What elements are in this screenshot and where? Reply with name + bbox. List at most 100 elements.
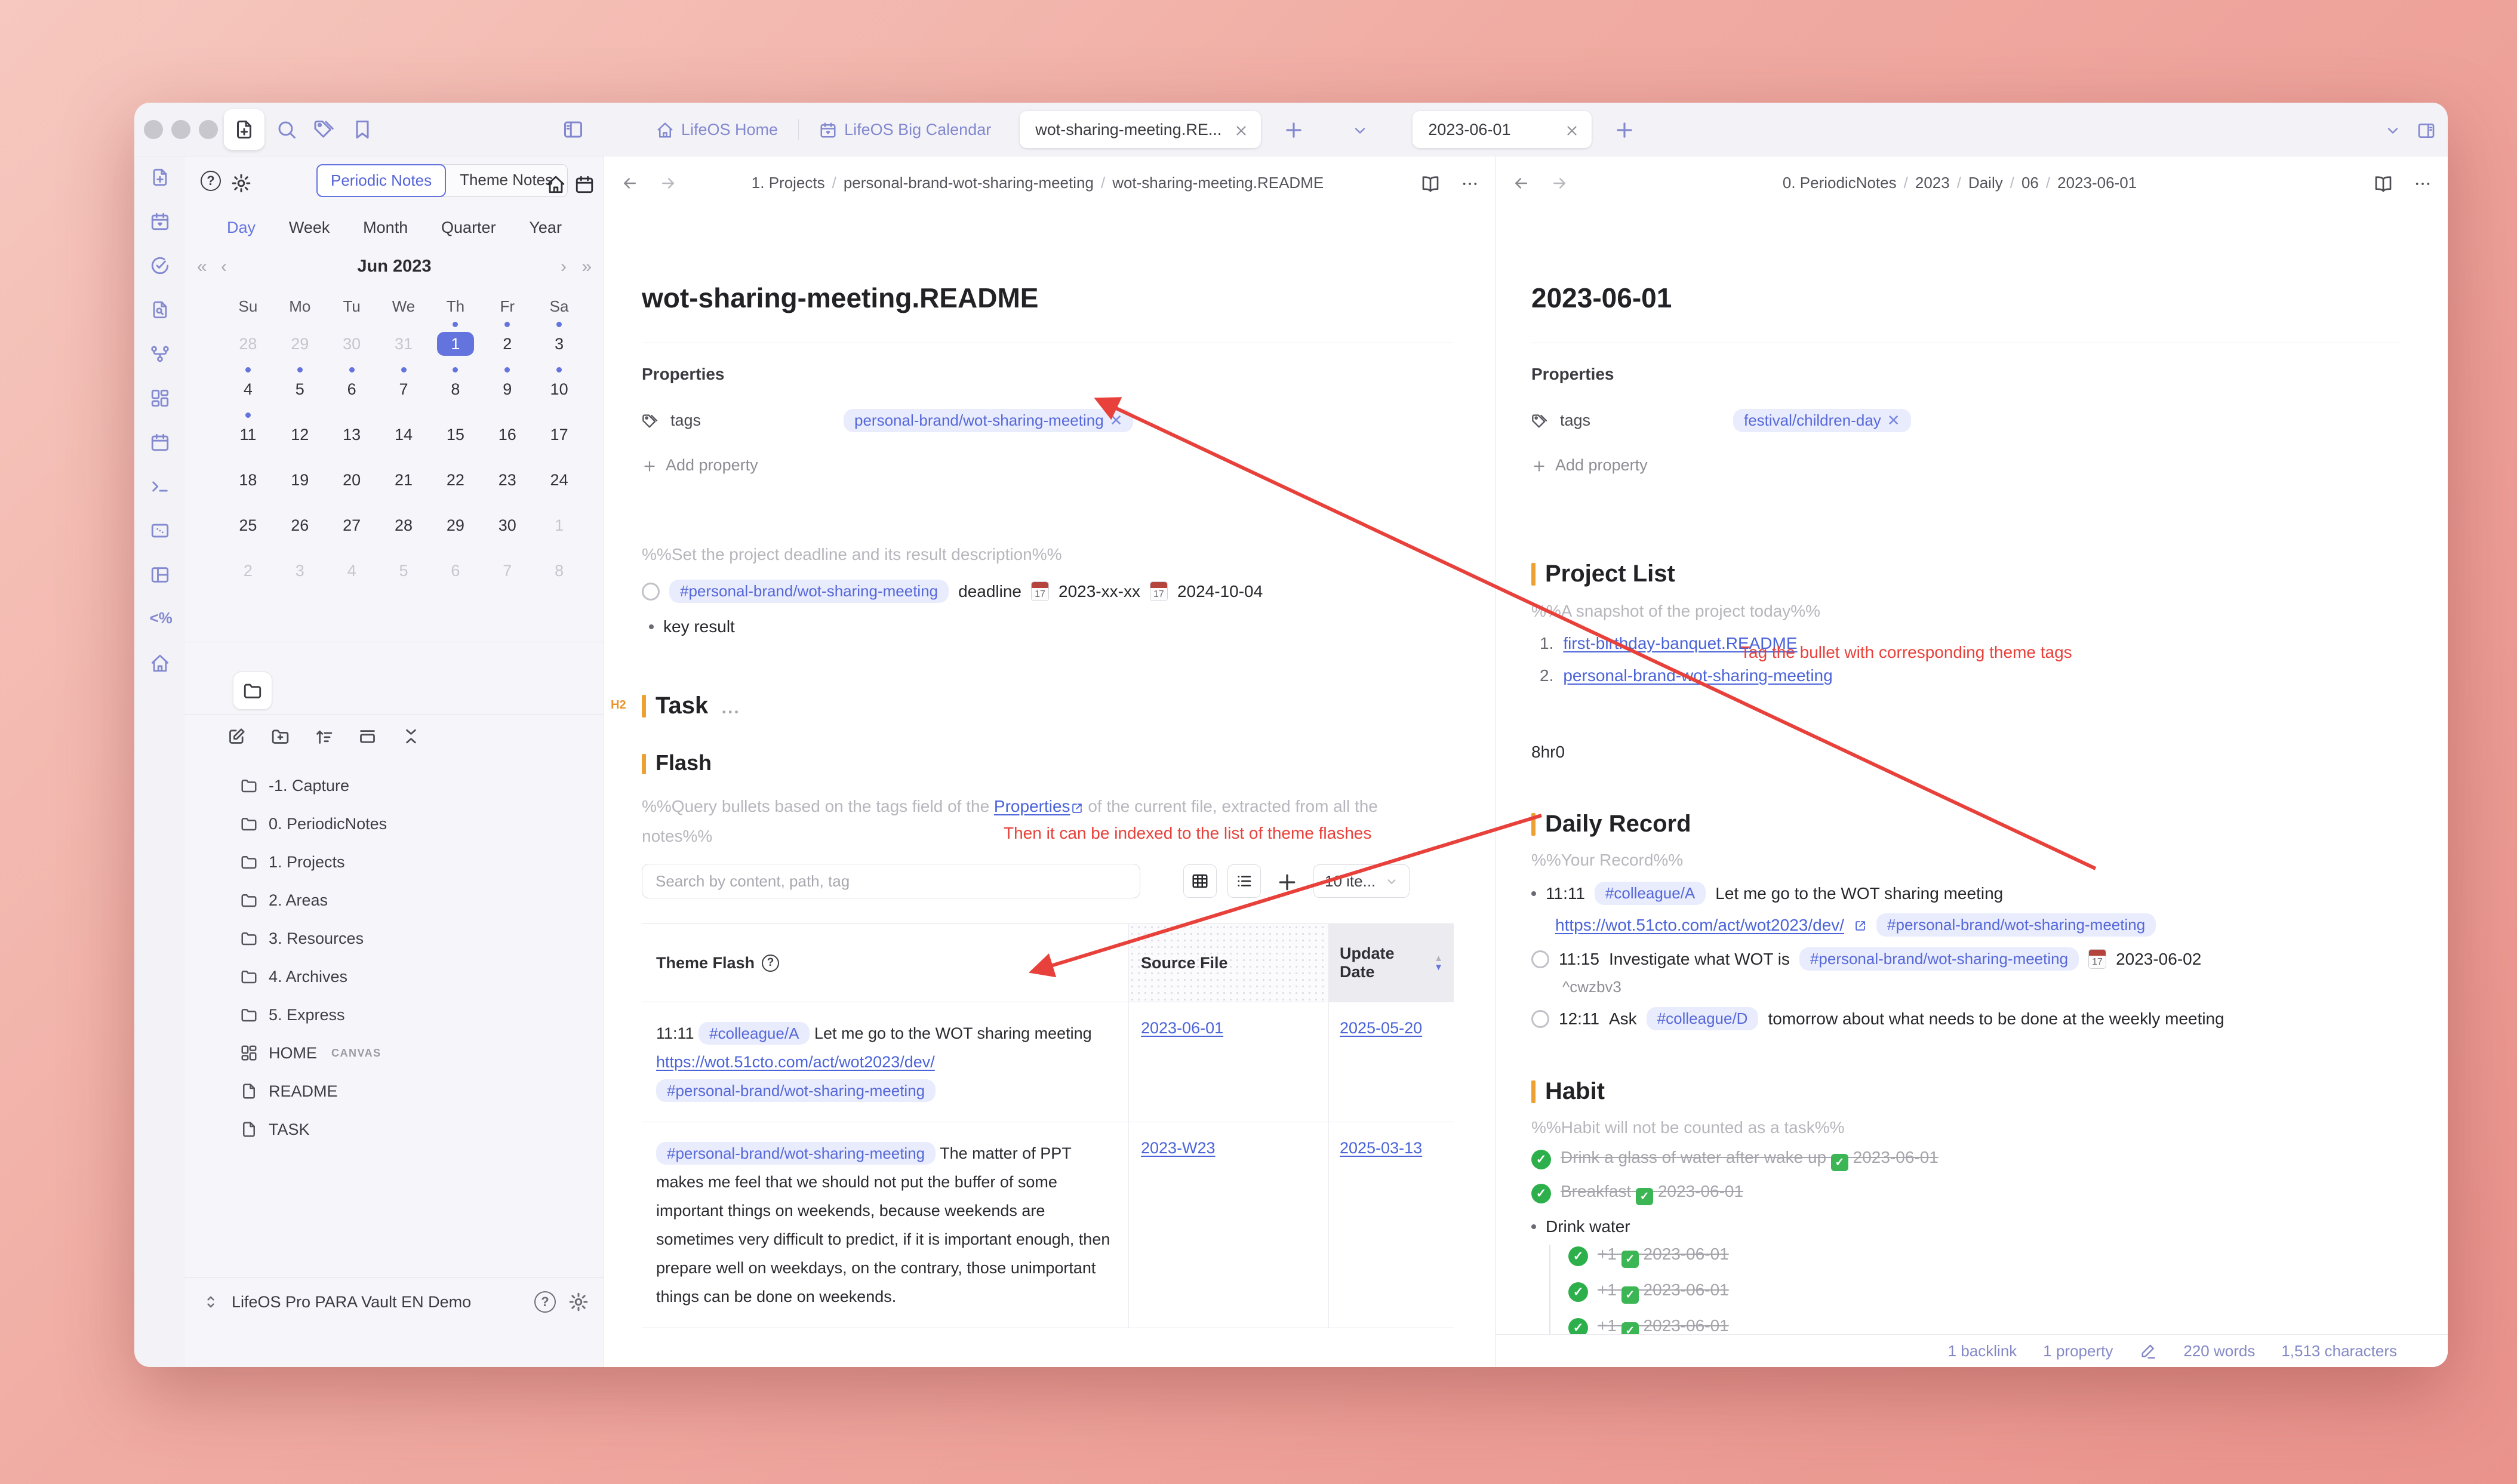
list-view-button[interactable] xyxy=(1227,864,1261,898)
folder-item[interactable]: 0. PeriodicNotes xyxy=(240,805,592,843)
new-note-button[interactable] xyxy=(224,109,264,150)
tab-list-chevron-icon[interactable] xyxy=(1342,120,1378,139)
next-year-chevrons[interactable]: » xyxy=(581,257,592,277)
calendar-day[interactable]: 27 xyxy=(326,498,378,543)
project-list-heading[interactable]: Project List xyxy=(1545,561,1675,587)
task-checkbox[interactable] xyxy=(642,583,660,601)
calendar-day[interactable]: 25 xyxy=(222,498,274,543)
view-day[interactable]: Day xyxy=(227,218,256,237)
record-text[interactable]: Let me go to the WOT sharing meeting xyxy=(1715,884,2003,903)
remove-tag-icon[interactable]: ✕ xyxy=(1887,411,1900,429)
calendar-day[interactable]: 4 xyxy=(326,543,378,589)
canvas-file-item[interactable]: HOMECANVAS xyxy=(240,1034,592,1072)
view-quarter[interactable]: Quarter xyxy=(441,218,496,237)
canvas-icon[interactable] xyxy=(150,521,170,541)
calendar-day[interactable]: 8 xyxy=(533,543,585,589)
calendar-day[interactable]: 12 xyxy=(274,407,326,452)
calendar-day[interactable]: 7 xyxy=(481,543,533,589)
property-count[interactable]: 1 property xyxy=(2043,1342,2113,1360)
forward-arrow-icon[interactable] xyxy=(659,173,677,193)
calendar-day[interactable]: 21 xyxy=(378,452,430,498)
bullet-text[interactable]: key result xyxy=(663,617,735,636)
col-source-file[interactable]: Source File xyxy=(1141,954,1228,972)
folder-item[interactable]: 3. Resources xyxy=(240,919,592,957)
source-file-link[interactable]: 2023-W23 xyxy=(1141,1139,1216,1157)
folder-item[interactable]: -1. Capture xyxy=(240,766,592,805)
calendar-day[interactable]: 15 xyxy=(429,407,481,452)
task-text[interactable]: deadline xyxy=(958,582,1021,601)
settings-gear-icon[interactable] xyxy=(568,1291,589,1313)
collapse-panel-icon[interactable] xyxy=(358,723,377,746)
help-icon[interactable]: ? xyxy=(201,171,221,191)
sort-arrows-icon[interactable]: ▲▼ xyxy=(1434,954,1443,972)
new-tab-button-right[interactable] xyxy=(1600,117,1649,143)
record-text[interactable]: Investigate what WOT is xyxy=(1609,950,1790,969)
close-window-button[interactable] xyxy=(144,120,163,139)
backlink-count[interactable]: 1 backlink xyxy=(1948,1342,2017,1360)
calendar-day[interactable]: 19 xyxy=(274,452,326,498)
calendar-day[interactable]: 9 xyxy=(481,362,533,407)
flash-heading[interactable]: Flash xyxy=(656,750,712,775)
dashboard-icon[interactable] xyxy=(150,388,170,408)
calendar-day[interactable]: 11 xyxy=(222,407,274,452)
add-property-button[interactable]: Add property xyxy=(642,456,1465,475)
col-theme-flash[interactable]: Theme Flash xyxy=(656,949,755,977)
habit-text[interactable]: Drink a glass of water after wake up 202… xyxy=(1561,1148,1938,1171)
tags-property-label[interactable]: tags xyxy=(670,411,832,430)
calendar-day[interactable]: 16 xyxy=(481,407,533,452)
folder-item[interactable]: 5. Express xyxy=(240,996,592,1034)
tag-pill[interactable]: festival/children-day✕ xyxy=(1733,409,1911,432)
calendar-day[interactable]: 24 xyxy=(533,452,585,498)
calendar-day[interactable]: 14 xyxy=(378,407,430,452)
calendar-day[interactable]: 5 xyxy=(274,362,326,407)
tag-pill[interactable]: personal-brand/wot-sharing-meeting✕ xyxy=(844,409,1133,432)
layout-icon[interactable] xyxy=(150,565,170,585)
calendar-day[interactable]: 2 xyxy=(481,316,533,362)
habit-done-checkbox[interactable] xyxy=(1531,1150,1551,1169)
collapse-all-icon[interactable] xyxy=(401,723,421,746)
calendar-day[interactable]: 30 xyxy=(481,498,533,543)
workflow-icon[interactable] xyxy=(150,344,170,364)
tag-pill[interactable]: #personal-brand/wot-sharing-meeting xyxy=(656,1142,936,1165)
table-view-button[interactable] xyxy=(1183,864,1217,898)
calendar-icon[interactable] xyxy=(574,172,595,195)
calendar-day[interactable]: 6 xyxy=(326,362,378,407)
file-item[interactable]: TASK xyxy=(240,1110,592,1149)
habit-heading[interactable]: Habit xyxy=(1545,1078,1605,1104)
word-count[interactable]: 220 words xyxy=(2183,1342,2255,1360)
calendar-day[interactable]: 30 xyxy=(326,316,378,362)
vault-switcher[interactable]: LifeOS Pro PARA Vault EN Demo ? xyxy=(185,1277,604,1367)
calendar-day[interactable]: 22 xyxy=(429,452,481,498)
settings-gear-icon[interactable] xyxy=(230,170,252,195)
tag-pill[interactable]: #colleague/A xyxy=(699,1022,810,1045)
calendar-day[interactable]: 3 xyxy=(533,316,585,362)
tab-periodic-notes[interactable]: Periodic Notes xyxy=(316,164,446,197)
more-options-icon[interactable] xyxy=(2413,172,2432,194)
help-icon[interactable]: ? xyxy=(534,1291,556,1313)
new-note-icon[interactable] xyxy=(150,167,170,187)
remove-tag-icon[interactable]: ✕ xyxy=(1110,411,1123,429)
calendar-day[interactable]: 3 xyxy=(274,543,326,589)
task-checkbox[interactable] xyxy=(1531,1010,1549,1028)
back-arrow-icon[interactable] xyxy=(621,173,639,193)
reading-view-icon[interactable] xyxy=(2374,172,2393,194)
character-count[interactable]: 1,513 characters xyxy=(2281,1342,2397,1360)
column-help-icon[interactable]: ? xyxy=(762,955,779,972)
breadcrumb-item[interactable]: Daily xyxy=(1968,174,2003,192)
template-icon[interactable]: <% xyxy=(150,609,170,629)
view-year[interactable]: Year xyxy=(529,218,562,237)
tag-pill[interactable]: #colleague/A xyxy=(1595,882,1706,905)
terminal-icon[interactable] xyxy=(150,476,170,497)
habit-done-checkbox[interactable] xyxy=(1531,1184,1551,1203)
calendar-day[interactable]: 5 xyxy=(378,543,430,589)
calendar-day[interactable]: 2 xyxy=(222,543,274,589)
note-title[interactable]: wot-sharing-meeting.README xyxy=(642,282,1465,314)
folder-item[interactable]: 2. Areas xyxy=(240,881,592,919)
file-explorer-tab-button[interactable] xyxy=(233,672,272,710)
add-flash-button[interactable] xyxy=(1272,868,1303,895)
view-week[interactable]: Week xyxy=(289,218,330,237)
home-icon[interactable] xyxy=(150,653,170,673)
tags-property-label[interactable]: tags xyxy=(1560,411,1721,430)
file-item[interactable]: README xyxy=(240,1072,592,1110)
note-title[interactable]: 2023-06-01 xyxy=(1531,282,2412,314)
